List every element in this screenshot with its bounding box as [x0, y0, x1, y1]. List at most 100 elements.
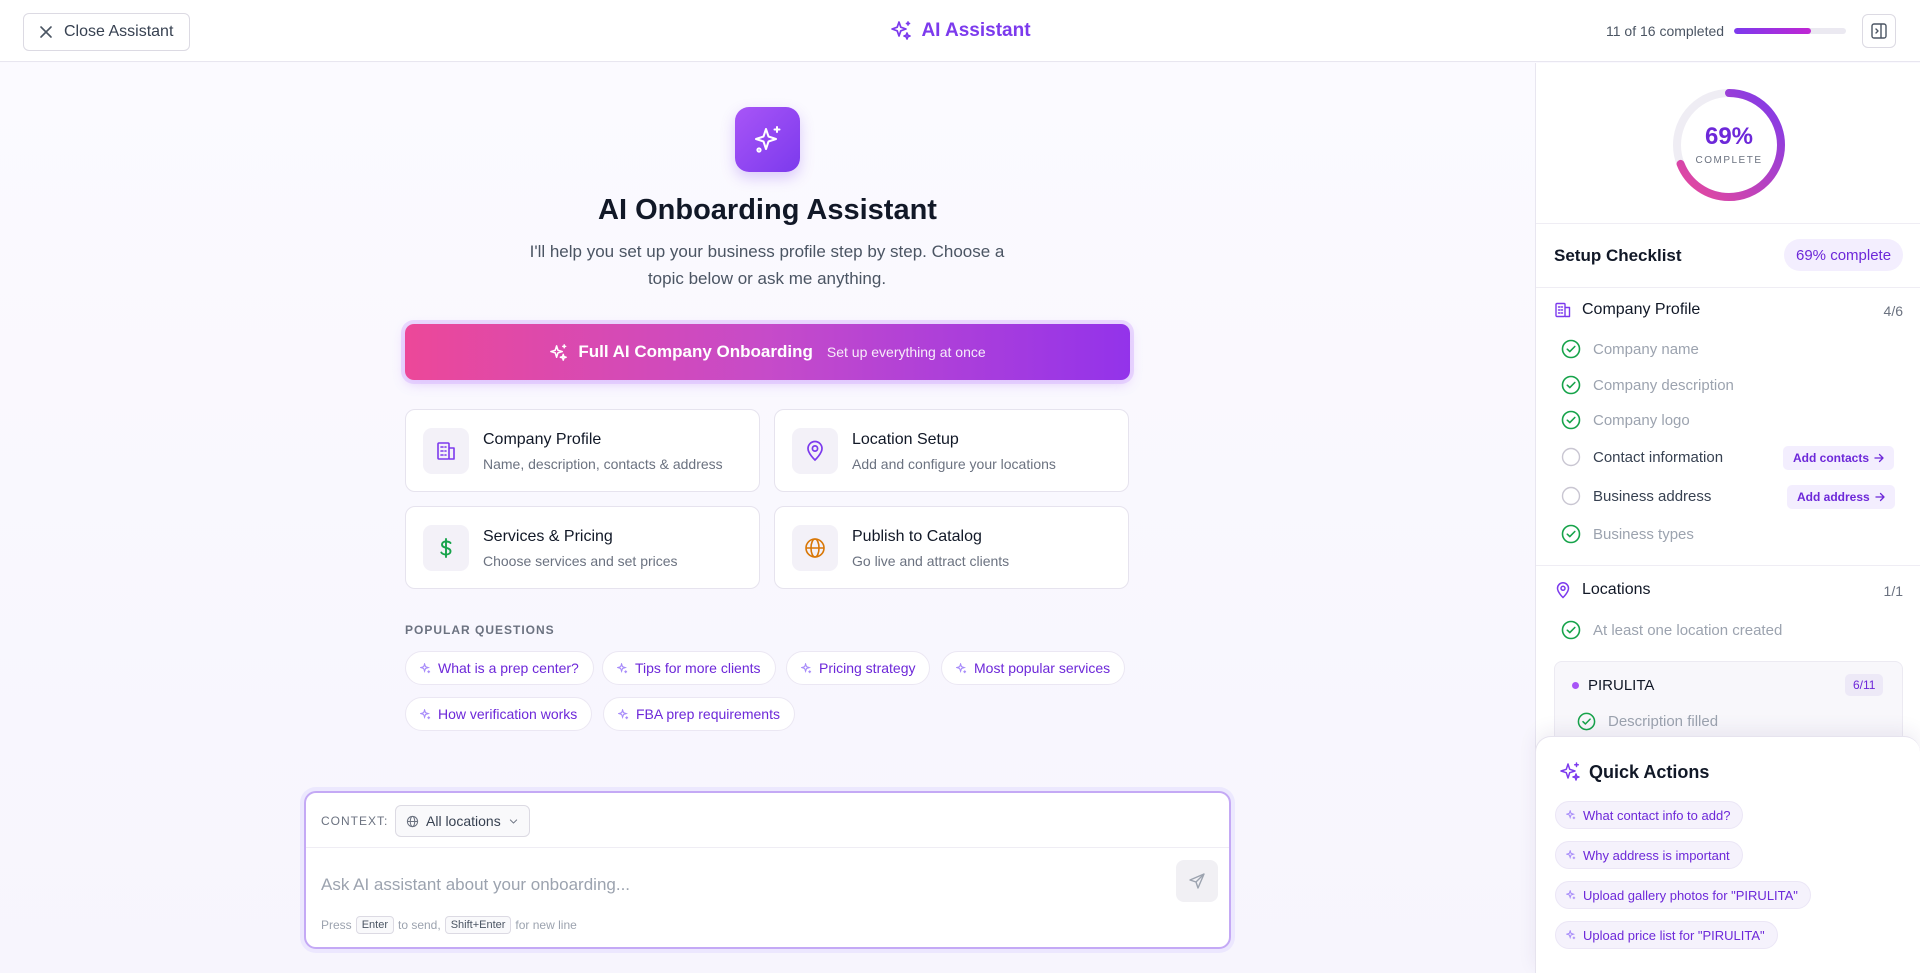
- check-circle-icon: [1561, 524, 1581, 544]
- hero-subtitle: I'll help you set up your business profi…: [529, 242, 1005, 288]
- full-onboarding-subtitle: Set up everything at once: [826, 344, 986, 360]
- sparkle-icon: [956, 662, 967, 673]
- context-select[interactable]: All locations: [395, 805, 530, 837]
- close-assistant-label: Close Assistant: [64, 23, 174, 40]
- full-onboarding-button[interactable]: Full AI Company Onboarding Set up everyt…: [405, 324, 1130, 380]
- popular-questions-label: POPULAR QUESTIONS: [405, 623, 555, 637]
- sparkle-icon: [618, 708, 629, 719]
- checklist-item: Company name: [1561, 339, 1699, 359]
- dollar-icon: [423, 525, 469, 571]
- quick-actions-title-text: Quick Actions: [1589, 761, 1710, 782]
- app-title-text: AI Assistant: [921, 20, 1031, 41]
- popular-question-chip[interactable]: Tips for more clients: [602, 651, 776, 685]
- completion-percent: 69%: [1704, 123, 1754, 150]
- full-onboarding-title: Full AI Company Onboarding: [578, 342, 813, 361]
- quick-action-chip[interactable]: Upload price list for "PIRULITA": [1555, 921, 1778, 949]
- building-icon: [1555, 302, 1571, 318]
- location-count-badge: 6/11: [1845, 674, 1884, 696]
- quick-action-label: Why address is important: [1583, 847, 1730, 863]
- context-row: CONTEXT: All locations: [306, 793, 1229, 848]
- topic-card-services-pricing[interactable]: Services & Pricing Choose services and s…: [405, 506, 760, 589]
- empty-circle-icon: [1561, 486, 1581, 506]
- popular-question-chip[interactable]: Most popular services: [941, 651, 1126, 685]
- sparkle-icon: [617, 662, 628, 673]
- location-checklist-item: Description filled: [1577, 712, 1718, 731]
- topic-desc: Choose services and set prices: [483, 553, 678, 569]
- empty-circle-icon: [1561, 447, 1581, 467]
- chevron-down-icon: [509, 818, 517, 824]
- checklist-item-label: Company name: [1593, 340, 1699, 358]
- popular-question-chip[interactable]: How verification works: [405, 697, 593, 731]
- popular-question-chip[interactable]: Pricing strategy: [786, 651, 931, 685]
- topic-title: Services & Pricing: [483, 528, 613, 545]
- sparkle-icon: [420, 662, 431, 673]
- check-circle-icon: [1561, 410, 1581, 430]
- checklist-item: Business address: [1561, 486, 1711, 506]
- section-locations[interactable]: Locations: [1554, 581, 1651, 599]
- checklist-badge: 69% complete: [1784, 239, 1904, 271]
- quick-action-chip[interactable]: Why address is important: [1555, 841, 1743, 869]
- completion-label: COMPLETE: [1695, 155, 1763, 166]
- checklist-item: At least one location created: [1561, 620, 1782, 640]
- section-company-profile[interactable]: Company Profile: [1554, 301, 1700, 319]
- send-button[interactable]: [1176, 860, 1218, 902]
- hero-sparkles-icon: [735, 107, 800, 172]
- chip-label: How verification works: [438, 706, 578, 722]
- quick-action-chip[interactable]: What contact info to add?: [1555, 801, 1744, 829]
- progress-text: 11 of 16 completed: [1606, 23, 1725, 39]
- panel-right-icon: [1871, 23, 1887, 39]
- map-pin-icon: [1556, 582, 1570, 599]
- hint-to-send: to send,: [397, 918, 441, 932]
- globe-icon: [406, 815, 419, 827]
- checklist-item-label: At least one location created: [1593, 621, 1783, 639]
- checklist-item-label: Business types: [1593, 525, 1694, 543]
- sparkles-icon: [550, 343, 568, 361]
- topic-card-publish-catalog[interactable]: Publish to Catalog Go live and attract c…: [774, 506, 1129, 589]
- check-circle-icon: [1561, 339, 1581, 359]
- hint-new-line: for new line: [515, 918, 577, 932]
- sparkle-icon: [1566, 890, 1576, 900]
- location-item-label: Description filled: [1608, 713, 1719, 730]
- sparkle-icon: [1566, 930, 1576, 940]
- chip-label: Tips for more clients: [635, 660, 761, 676]
- sparkles-icon: [891, 21, 912, 40]
- chat-input[interactable]: [321, 873, 1141, 897]
- popular-question-chip[interactable]: FBA prep requirements: [603, 697, 795, 731]
- location-dot: [1572, 682, 1579, 689]
- action-label: Add address: [1797, 490, 1870, 504]
- checklist-item-label: Company description: [1593, 376, 1734, 394]
- popular-question-chip[interactable]: What is a prep center?: [405, 651, 594, 685]
- chip-label: FBA prep requirements: [636, 706, 780, 722]
- checklist-item: Contact information: [1561, 447, 1723, 467]
- section-count: 4/6: [1883, 303, 1903, 319]
- topic-card-company-profile[interactable]: Company Profile Name, description, conta…: [405, 409, 760, 492]
- checklist-item-label: Contact information: [1593, 448, 1724, 466]
- arrow-right-icon: [1875, 492, 1885, 502]
- checklist-item: Company description: [1561, 375, 1734, 395]
- topic-card-location-setup[interactable]: Location Setup Add and configure your lo…: [774, 409, 1129, 492]
- checklist-item: Company logo: [1561, 410, 1690, 430]
- sparkle-icon: [1566, 810, 1576, 820]
- send-icon: [1189, 873, 1205, 889]
- sparkle-icon: [1566, 850, 1576, 860]
- check-circle-icon: [1577, 712, 1596, 731]
- sparkle-icon: [420, 708, 431, 719]
- quick-action-chip[interactable]: Upload gallery photos for "PIRULITA": [1555, 881, 1811, 909]
- topic-desc: Add and configure your locations: [852, 456, 1056, 472]
- add-contacts-button[interactable]: Add contacts: [1783, 446, 1895, 470]
- progress-bar-fill: [1734, 28, 1812, 34]
- topic-desc: Name, description, contacts & address: [483, 456, 723, 472]
- divider: [1536, 565, 1920, 566]
- section-title: Locations: [1582, 581, 1651, 598]
- close-icon: [40, 26, 52, 38]
- hint-press: Press: [321, 918, 352, 932]
- checklist-item-label: Business address: [1593, 487, 1712, 505]
- main-content: AI Onboarding Assistant I'll help you se…: [0, 63, 1535, 973]
- kbd-enter: Enter: [355, 916, 394, 934]
- sparkles-icon: [1560, 762, 1580, 781]
- location-card[interactable]: PIRULITA 6/11 Description filled: [1554, 661, 1903, 741]
- chip-label: Pricing strategy: [819, 660, 916, 676]
- close-assistant-button[interactable]: Close Assistant: [23, 13, 191, 51]
- toggle-sidebar-button[interactable]: [1862, 14, 1896, 48]
- add-address-button[interactable]: Add address: [1787, 485, 1895, 509]
